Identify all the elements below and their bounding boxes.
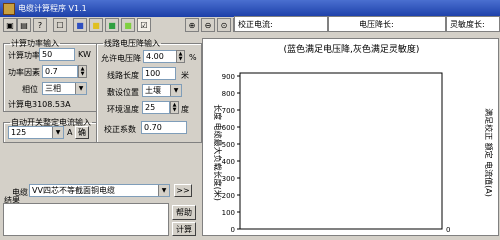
power-unit: KW [78,50,91,59]
confirm-button[interactable]: 确 [75,126,89,139]
result-textarea[interactable] [3,203,169,236]
y2-tick-label: 0 [446,226,450,234]
y-tick-label: 500 [222,141,235,149]
temperature-label: 环境温度 [107,105,139,114]
power-factor-spinner[interactable]: ▲ ▼ [78,65,87,78]
calculate-button[interactable]: 计算 [172,222,196,236]
cable-select[interactable]: VV四芯不等截面铜电缆 ▼ [29,184,170,197]
y-tick-label: 100 [222,209,235,217]
y-tick-label: 900 [222,73,235,81]
voltage-drop-length-field: 电压降长: [328,16,446,32]
save-button[interactable]: ▣ [3,18,17,32]
save-as-icon: ▤ [20,20,28,30]
zoom-out-button[interactable]: ⊖ [201,18,215,32]
swatch-yellow-button[interactable]: ■ [89,18,103,32]
swatch-green-button[interactable]: ■ [105,18,119,32]
laying-select[interactable]: 土壤 ▼ [142,84,182,97]
chart-panel: (蓝色满足电压降,灰色满足灵敏度) 900 800 700 600 500 400 300 20… [202,38,499,236]
y-tick-label: 400 [222,158,235,166]
switch-current-select[interactable]: 125 ▼ [8,126,64,139]
title-bar: 电缆计算程序 V1.1 [0,0,500,17]
y-tick-label: 800 [222,90,235,98]
swatch-blue-icon: ■ [76,20,84,30]
swatch-yellow-icon: ■ [92,20,100,30]
y-tick-label: 300 [222,175,235,183]
checked-button[interactable]: ☑ [137,18,151,32]
line-length-label: 线路长度 [107,71,139,80]
power-factor-input[interactable]: 0.7 [42,65,78,78]
power-input[interactable]: 50 [39,48,75,61]
swatch-lime-icon: ■ [124,20,132,30]
cable-value: VV四芯不等截面铜电缆 [32,186,115,195]
y-tick-label: 0 [231,226,235,234]
zoom-in-button[interactable]: ⊕ [185,18,199,32]
corrected-current-field: 校正电流: [234,16,328,32]
vdrop-group-legend: 线路电压降输入 [104,39,160,48]
zoom-fit-button[interactable]: ⊙ [217,18,231,32]
checked-icon: ☑ [140,20,148,30]
help-button[interactable]: ? [33,18,47,32]
zoom-out-icon: ⊖ [204,20,212,30]
chevron-down-icon: ▼ [158,185,169,196]
line-length-input[interactable]: 100 [142,67,176,80]
switch-unit: A [67,128,73,137]
y-tick-label: 700 [222,107,235,115]
chevron-down-icon: ▼ [52,127,63,138]
temperature-spinner[interactable]: ▲ ▼ [170,101,179,114]
phase-label: 相位 [22,85,38,94]
temperature-unit: 度 [181,105,189,114]
line-length-unit: 米 [181,71,189,80]
help-button[interactable]: 帮助 [172,205,196,220]
help-icon: ? [37,20,43,30]
down-arrow-icon: ▼ [80,70,85,77]
y-axis-label: 长度 电缆最大负载长度(米) [213,104,223,201]
save-icon: ▣ [6,20,14,30]
allow-drop-unit: % [189,53,197,62]
y-tick-label: 600 [222,124,235,132]
chart-svg: (蓝色满足电压降,灰色满足灵敏度) 900 800 700 600 500 400 300 20… [213,43,494,234]
chart-title: (蓝色满足电压降,灰色满足灵敏度) [284,43,420,55]
zoom-fit-icon: ⊙ [220,20,228,30]
y2-axis-label: 满足校正 额定 电流值(A) [484,108,494,197]
power-label: 计算功率 [8,51,40,60]
swatch-lime-button[interactable]: ■ [121,18,135,32]
allow-drop-input[interactable]: 4.00 [143,50,177,63]
swatch-green-icon: ■ [108,20,116,30]
swatch-blue-button[interactable]: ■ [73,18,87,32]
save-as-button[interactable]: ▤ [17,18,31,32]
cable-more-button[interactable]: >> [174,184,192,197]
sensitivity-length-field: 灵敏度长: [446,16,500,32]
window-title: 电缆计算程序 V1.1 [18,4,87,13]
chevron-down-icon: ▼ [170,85,181,96]
zoom-in-icon: ⊕ [188,20,196,30]
correction-input[interactable]: 0.70 [141,121,187,134]
laying-value: 土壤 [145,86,161,95]
allow-drop-spinner[interactable]: ▲ ▼ [176,50,185,63]
allow-drop-label: 允许电压降 [101,54,141,63]
temperature-input[interactable]: 25 [142,101,170,114]
switch-current-value: 125 [11,128,27,137]
phase-value: 三相 [45,84,61,93]
checkbox-icon: ☐ [56,20,64,30]
correction-label: 校正系数 [104,125,136,134]
phase-select[interactable]: 三相 ▼ [42,82,87,95]
app-icon [3,2,15,15]
laying-label: 敷设位置 [107,88,139,97]
chevron-down-icon: ▼ [75,83,86,94]
down-arrow-icon: ▼ [178,55,183,62]
calculated-current: 计算电3108.53A [8,100,71,109]
checkbox-button[interactable]: ☐ [53,18,67,32]
down-arrow-icon: ▼ [172,106,177,113]
plot-area [239,72,443,230]
y-tick-label: 200 [222,192,235,200]
power-factor-label: 功率因素 [8,68,40,77]
